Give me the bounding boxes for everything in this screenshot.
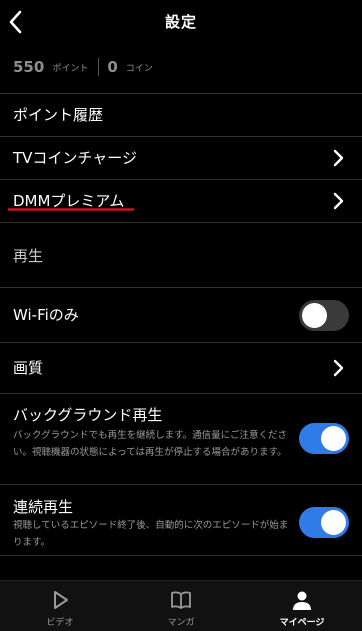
chevron-right-icon — [333, 149, 344, 167]
point-label: ポイント — [52, 63, 89, 74]
book-icon — [171, 591, 191, 609]
quality-label: 画質 — [13, 359, 44, 377]
divider — [0, 555, 362, 556]
playback-section-header: 再生 — [0, 223, 362, 287]
quality-row[interactable]: 画質 — [0, 343, 362, 393]
chevron-right-icon — [333, 359, 344, 377]
tv-coin-charge-label: TVコインチャージ — [13, 149, 137, 167]
coin-value: 0 — [107, 58, 118, 76]
section-title: 再生 — [13, 247, 44, 265]
points-summary: 550 ポイント 0 コイン — [13, 57, 153, 77]
chevron-right-icon — [333, 192, 344, 210]
person-icon — [293, 591, 311, 610]
tab-label: マイページ — [279, 618, 325, 628]
bottom-tab-bar: ビデオ マンガ マイページ — [0, 580, 362, 631]
wifi-only-toggle[interactable] — [299, 300, 349, 331]
point-history-label: ポイント履歴 — [13, 106, 104, 124]
background-play-row: バックグラウンド再生 バックグラウンドでも再生を継続します。通信量にご注意くださ… — [0, 394, 362, 484]
page-title: 設定 — [164, 13, 197, 31]
tv-coin-charge-row[interactable]: TVコインチャージ — [0, 137, 362, 179]
toggle-knob — [321, 426, 346, 451]
continuous-play-row: 連続再生 視聴しているエピソード終了後、自動的に次のエピソードが始まります。 — [0, 485, 362, 555]
wifi-only-row: Wi-Fiのみ — [0, 288, 362, 342]
tab-label: ビデオ — [46, 618, 74, 628]
tab-manga[interactable]: マンガ — [121, 581, 241, 631]
red-underline-annotation — [8, 208, 134, 211]
background-play-label: バックグラウンド再生 — [13, 406, 163, 424]
background-play-description: バックグラウンドでも再生を継続します。通信量にご注意ください。視聴機器の状態によ… — [13, 430, 287, 458]
coin-label: コイン — [125, 63, 153, 74]
tab-label: マンガ — [167, 618, 195, 628]
toggle-knob — [302, 303, 327, 328]
tab-video[interactable]: ビデオ — [0, 581, 120, 631]
continuous-play-toggle[interactable] — [299, 507, 349, 538]
tab-mypage[interactable]: マイページ — [242, 581, 362, 631]
continuous-play-description: 視聴しているエピソード終了後、自動的に次のエピソードが始まります。 — [13, 520, 289, 548]
points-divider — [98, 58, 100, 76]
toggle-knob — [321, 510, 346, 535]
play-icon — [54, 591, 68, 609]
point-history-row[interactable]: ポイント履歴 — [0, 94, 362, 136]
point-value: 550 — [13, 58, 45, 76]
header: 設定 — [0, 0, 362, 44]
wifi-only-label: Wi-Fiのみ — [13, 306, 79, 324]
continuous-play-label: 連続再生 — [13, 498, 74, 516]
background-play-toggle[interactable] — [299, 423, 349, 454]
dmm-premium-row[interactable]: DMMプレミアム — [0, 180, 362, 222]
